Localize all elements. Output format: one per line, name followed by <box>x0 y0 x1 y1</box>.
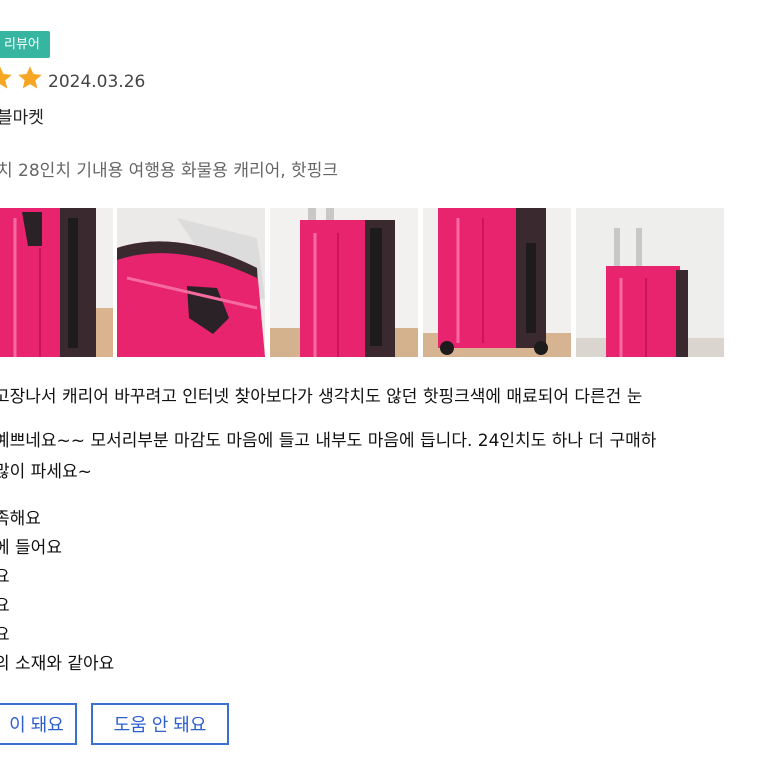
reviewer-badge: 리뷰어 <box>0 31 50 58</box>
not-helpful-button[interactable]: 도움 안 돼요 <box>91 703 229 745</box>
survey-answer: 족해요 <box>0 509 41 529</box>
survey-answer: 요 <box>0 625 10 645</box>
survey-answer: 요 <box>0 567 10 587</box>
product-option: 치 28인치 기내용 여행용 화물용 캐리어, 핫핑크 <box>0 161 338 181</box>
survey-answer: 에 들어요 <box>0 538 62 558</box>
review-photo[interactable] <box>0 208 113 357</box>
review-photo[interactable] <box>423 208 571 357</box>
survey-answer: 의 소재와 같아요 <box>0 654 115 674</box>
seller-name: 블마켓 <box>0 108 44 128</box>
review-body-line: 예쁘네요~~ 모서리부분 마감도 마음에 들고 내부도 마음에 듭니다. 24인… <box>0 431 657 451</box>
review-body-line: 많이 파세요~ <box>0 462 92 482</box>
star-rating <box>0 64 44 92</box>
review-date: 2024.03.26 <box>48 72 146 92</box>
review-photo[interactable] <box>270 208 418 357</box>
star-icon <box>0 66 12 89</box>
review-body-line: 고장나서 캐리어 바꾸려고 인터넷 찾아보다가 생각치도 않던 핫핑크색에 매료… <box>0 387 643 407</box>
review-photo[interactable] <box>576 208 724 357</box>
star-icon <box>18 66 42 89</box>
survey-answer: 요 <box>0 596 10 616</box>
helpful-button[interactable]: 이 돼요 <box>0 703 77 745</box>
review-photo[interactable] <box>117 208 265 357</box>
